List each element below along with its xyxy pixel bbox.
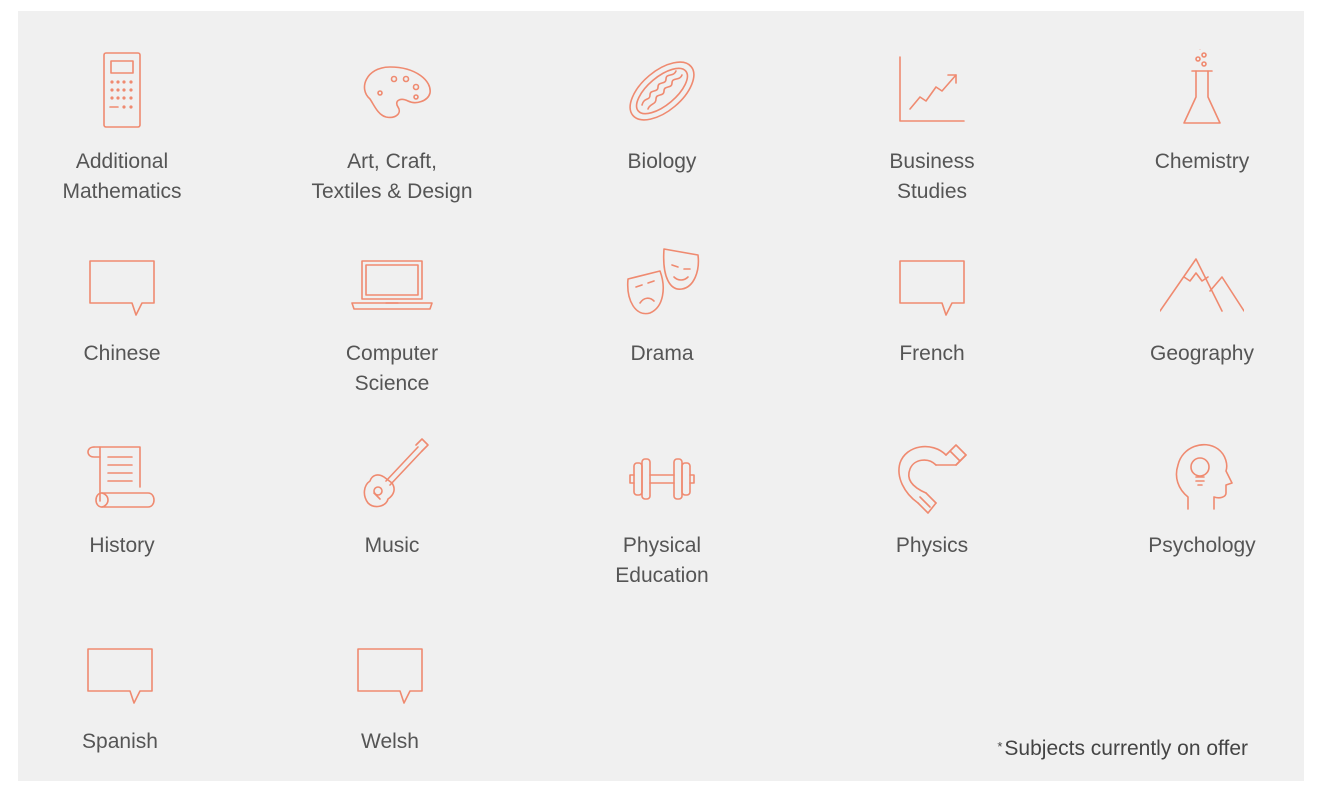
footnote-asterisk: * — [997, 739, 1003, 754]
theatre-masks-icon — [620, 241, 704, 325]
dumbbell-icon — [620, 433, 704, 517]
subject-label: Welsh — [361, 730, 419, 753]
subject-label: Chemistry — [1154, 150, 1250, 173]
subject-additional-mathematics[interactable]: Additional Mathematics — [22, 49, 222, 207]
speech-bubble-icon — [80, 241, 164, 325]
subject-chemistry[interactable]: Chemistry — [1102, 49, 1302, 177]
subject-label: History — [89, 534, 155, 557]
subject-biology[interactable]: Biology — [562, 49, 762, 177]
subject-label: Art, Craft, Textiles & Design — [311, 150, 473, 203]
subject-spanish[interactable]: Spanish — [20, 629, 220, 757]
subject-label: Business Studies — [889, 150, 975, 203]
flask-icon — [1160, 49, 1244, 133]
footnote: *Subjects currently on offer — [997, 737, 1248, 761]
subject-label: Psychology — [1148, 534, 1256, 557]
laptop-icon — [350, 241, 434, 325]
subject-history[interactable]: History — [22, 433, 222, 561]
guitar-icon — [350, 433, 434, 517]
subject-drama[interactable]: Drama — [562, 241, 762, 369]
head-lightbulb-icon — [1160, 433, 1244, 517]
subject-physics[interactable]: Physics — [832, 433, 1032, 561]
mitochondria-icon — [620, 49, 704, 133]
subject-label: Additional Mathematics — [62, 150, 182, 203]
mountains-icon — [1160, 241, 1244, 325]
subjects-panel: Additional Mathematics Art, Craft, Texti… — [18, 11, 1304, 781]
subject-label: Drama — [630, 342, 694, 365]
speech-bubble-icon — [348, 629, 432, 713]
footnote-text: Subjects currently on offer — [1004, 737, 1248, 760]
subject-label: Chinese — [83, 342, 161, 365]
subject-psychology[interactable]: Psychology — [1102, 433, 1302, 561]
subject-music[interactable]: Music — [292, 433, 492, 561]
subject-label: French — [899, 342, 965, 365]
subject-label: Spanish — [82, 730, 158, 753]
subject-art-craft-textiles-design[interactable]: Art, Craft, Textiles & Design — [292, 49, 492, 207]
palette-icon — [350, 49, 434, 133]
scroll-icon — [80, 433, 164, 517]
subject-welsh[interactable]: Welsh — [290, 629, 490, 757]
subject-label: Computer Science — [345, 342, 439, 395]
subject-label: Geography — [1150, 342, 1254, 365]
subject-label: Physical Education — [615, 534, 709, 587]
subject-french[interactable]: French — [832, 241, 1032, 369]
subject-label: Music — [364, 534, 420, 557]
speech-bubble-icon — [78, 629, 162, 713]
subject-computer-science[interactable]: Computer Science — [292, 241, 492, 399]
subject-label: Physics — [895, 534, 969, 557]
line-graph-icon — [890, 49, 974, 133]
speech-bubble-icon — [890, 241, 974, 325]
magnet-icon — [890, 433, 974, 517]
subject-business-studies[interactable]: Business Studies — [832, 49, 1032, 207]
subject-physical-education[interactable]: Physical Education — [562, 433, 762, 591]
subject-label: Biology — [627, 150, 697, 173]
subject-chinese[interactable]: Chinese — [22, 241, 222, 369]
calculator-icon — [80, 49, 164, 133]
subject-geography[interactable]: Geography — [1102, 241, 1302, 369]
